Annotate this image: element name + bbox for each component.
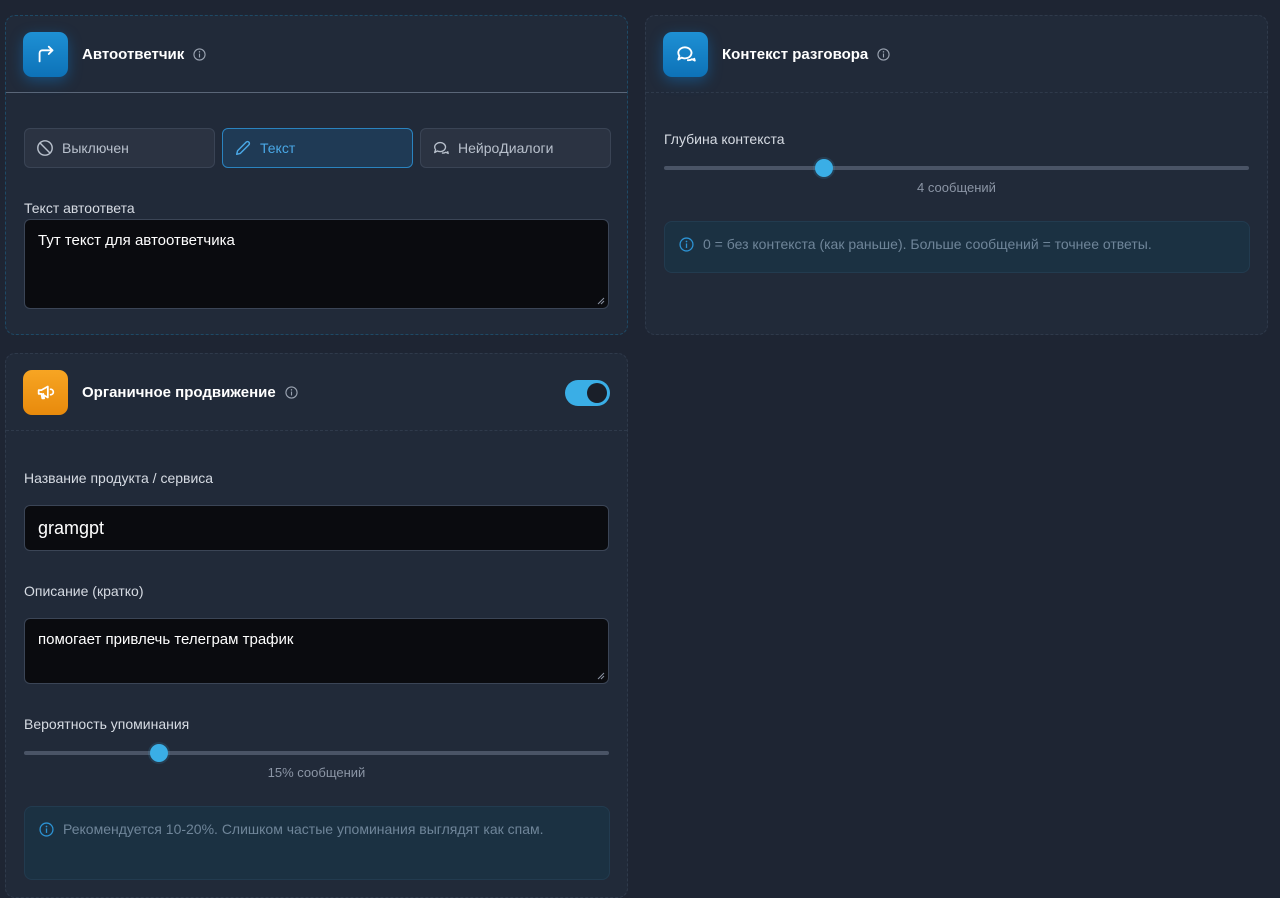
mention-probability-label: Вероятность упоминания (24, 716, 190, 732)
chat-bubbles-icon (663, 31, 708, 77)
autoresponse-text-value: Тут текст для автоответчика (38, 232, 235, 249)
context-info-note: 0 = без контекста (как раньше). Больше с… (664, 221, 1250, 273)
info-icon[interactable] (877, 47, 890, 61)
slider-thumb[interactable] (815, 159, 833, 177)
product-name-value: gramgpt (38, 517, 105, 538)
organic-promotion-card: Органичное продвижение Название продукта… (5, 353, 628, 898)
context-note-text: 0 = без контекста (как раньше). Больше с… (703, 236, 1152, 252)
context-card: Контекст разговора Глубина контекста 4 с… (645, 15, 1268, 335)
organic-title: Органичное продвижение (82, 383, 276, 401)
autoresponder-header: Автоответчик (6, 16, 627, 93)
context-depth-label: Глубина контекста (664, 131, 785, 147)
mode-off-button[interactable]: Выключен (24, 128, 215, 168)
info-icon (679, 237, 694, 252)
context-header: Контекст разговора (646, 16, 1267, 93)
megaphone-icon (23, 369, 68, 415)
resize-grip-icon[interactable] (597, 672, 605, 680)
info-icon (39, 822, 54, 837)
mode-neuro-label: НейроДиалоги (458, 140, 554, 156)
info-icon[interactable] (285, 385, 298, 399)
chat-bubbles-icon (434, 141, 449, 155)
description-label: Описание (кратко) (24, 583, 144, 599)
autoresponder-card: Автоответчик Выключен Текст НейроДиалоги… (5, 15, 628, 335)
mention-probability-caption: 15% сообщений (267, 765, 366, 780)
mention-probability-slider[interactable] (24, 744, 609, 762)
mode-neuro-button[interactable]: НейроДиалоги (420, 128, 611, 168)
info-icon[interactable] (193, 47, 206, 61)
toggle-knob (587, 383, 607, 403)
resize-grip-icon[interactable] (597, 297, 605, 305)
autoresponder-mode-group: Выключен Текст НейроДиалоги (24, 128, 611, 168)
mention-note-text: Рекомендуется 10-20%. Слишком частые упо… (63, 821, 544, 837)
autoresponder-title: Автоответчик (82, 45, 185, 63)
slider-thumb[interactable] (150, 744, 168, 762)
mode-text-label: Текст (260, 140, 296, 156)
product-name-input[interactable]: gramgpt (24, 505, 609, 551)
product-name-label: Название продукта / сервиса (24, 470, 214, 486)
autoresponse-text-label: Текст автоответа (24, 200, 135, 216)
pencil-icon (235, 140, 251, 156)
context-title: Контекст разговора (722, 45, 869, 63)
mention-info-note: Рекомендуется 10-20%. Слишком частые упо… (24, 806, 610, 880)
context-depth-slider[interactable] (664, 159, 1249, 177)
context-depth-caption: 4 сообщений (917, 180, 996, 195)
organic-enabled-toggle[interactable] (565, 380, 610, 406)
autoresponse-textarea[interactable]: Тут текст для автоответчика (24, 219, 609, 309)
ban-icon (37, 140, 53, 156)
organic-header: Органичное продвижение (6, 354, 627, 431)
description-textarea[interactable]: помогает привлечь телеграм трафик (24, 618, 609, 684)
description-value: помогает привлечь телеграм трафик (38, 631, 294, 648)
mode-off-label: Выключен (62, 140, 129, 156)
forward-arrow-icon (23, 31, 68, 77)
mode-text-button[interactable]: Текст (222, 128, 413, 168)
